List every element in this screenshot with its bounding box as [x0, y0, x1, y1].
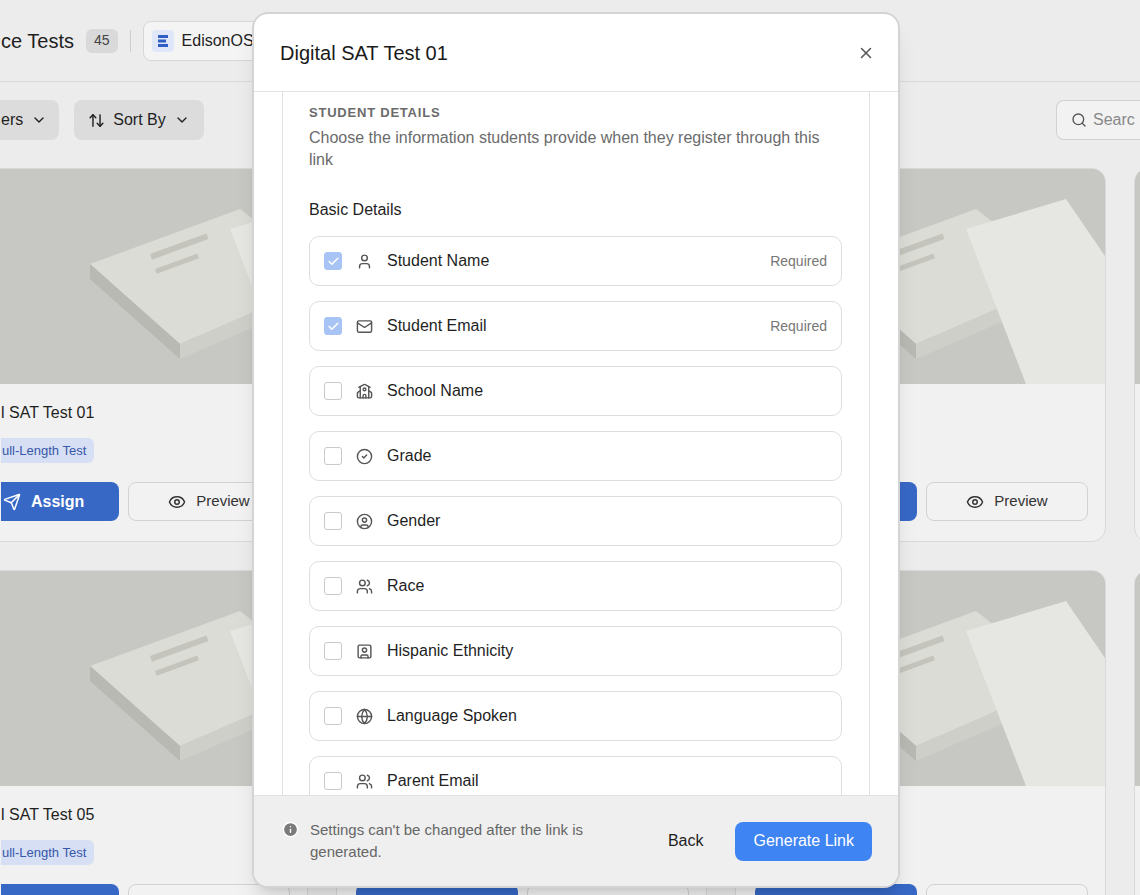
- field-label: Parent Email: [387, 769, 479, 793]
- card-image: [1135, 169, 1140, 384]
- required-badge: Required: [770, 251, 827, 272]
- filter-button[interactable]: ers: [0, 100, 59, 140]
- field-icon: [356, 318, 373, 335]
- page-title: ce Tests: [1, 26, 74, 56]
- sort-button[interactable]: Sort By: [74, 100, 203, 140]
- eye-icon: [168, 493, 186, 511]
- app: ce Tests 45 EdisonOS ers Sort By Searc l SAT T…: [0, 0, 1140, 895]
- book-icon: [1135, 169, 1140, 384]
- card-title: l SAT Test 05: [1, 805, 288, 825]
- field-icon: [356, 448, 373, 465]
- group-heading: Basic Details: [309, 199, 842, 221]
- field-label: Student Name: [387, 249, 489, 273]
- settings-panel: STUDENT DETAILS Choose the information st…: [282, 92, 870, 795]
- count-badge: 45: [86, 29, 118, 53]
- book-icon: [1135, 571, 1140, 786]
- field-icon: [356, 578, 373, 595]
- sort-icon: [88, 112, 105, 129]
- search-field[interactable]: Searc: [1056, 100, 1140, 140]
- section-heading: STUDENT DETAILS: [309, 104, 842, 122]
- field-icon: [356, 253, 373, 270]
- field-option[interactable]: Gender: [309, 496, 842, 546]
- assign-button[interactable]: Assign: [1, 482, 119, 521]
- dialog-title: Digital SAT Test 01: [280, 38, 448, 68]
- field-option[interactable]: Language Spoken: [309, 691, 842, 741]
- field-option[interactable]: Hispanic Ethnicity: [309, 626, 842, 676]
- test-type-tag: ull-Length Test: [1, 840, 94, 865]
- test-card[interactable]: [1134, 168, 1140, 542]
- field-icon: [356, 643, 373, 660]
- card-image: [1135, 571, 1140, 786]
- checkbox[interactable]: [324, 642, 342, 660]
- checkbox[interactable]: [324, 382, 342, 400]
- section-description: Choose the information students provide …: [309, 127, 842, 171]
- field-label: Gender: [387, 509, 440, 533]
- chevron-down-icon: [31, 112, 47, 128]
- check-icon: [327, 255, 340, 268]
- generate-link-button[interactable]: Generate Link: [735, 822, 872, 861]
- field-label: Grade: [387, 444, 431, 468]
- checkbox[interactable]: [324, 512, 342, 530]
- field-label: Language Spoken: [387, 704, 517, 728]
- back-button[interactable]: Back: [656, 822, 716, 861]
- field-label: Race: [387, 574, 424, 598]
- field-icon: [356, 773, 373, 790]
- field-option[interactable]: School Name: [309, 366, 842, 416]
- close-icon: [857, 44, 875, 62]
- field-label: School Name: [387, 379, 483, 403]
- test-type-tag: ull-Length Test: [1, 438, 94, 463]
- check-icon: [327, 320, 340, 333]
- checkbox: [324, 317, 342, 335]
- preview-button[interactable]: Preview: [926, 482, 1088, 521]
- chevron-down-icon: [174, 112, 190, 128]
- search-icon: [1071, 112, 1087, 128]
- checkbox[interactable]: [324, 447, 342, 465]
- test-card[interactable]: [1134, 570, 1140, 895]
- field-label: Student Email: [387, 314, 487, 338]
- field-option[interactable]: Grade: [309, 431, 842, 481]
- search-placeholder: Searc: [1093, 108, 1135, 132]
- required-badge: Required: [770, 316, 827, 337]
- card-title: l SAT Test 01: [1, 403, 288, 423]
- dialog: Digital SAT Test 01 STUDENT DETAILS Choose…: [252, 12, 900, 888]
- field-icon: [356, 708, 373, 725]
- info-icon: [282, 821, 299, 838]
- assign-button[interactable]: [1, 884, 119, 895]
- org-logo-icon: [152, 30, 174, 52]
- divider: [130, 30, 131, 52]
- dialog-header: Digital SAT Test 01: [254, 14, 898, 92]
- eye-icon: [966, 493, 984, 511]
- field-list: Student Name Required Student Email Require…: [309, 236, 842, 795]
- dialog-footer: Settings can't be changed after the link…: [254, 795, 898, 886]
- field-icon: [356, 513, 373, 530]
- field-label: Hispanic Ethnicity: [387, 639, 513, 663]
- field-option[interactable]: Student Name Required: [309, 236, 842, 286]
- field-option[interactable]: Student Email Required: [309, 301, 842, 351]
- preview-button[interactable]: [926, 884, 1088, 895]
- field-option[interactable]: Race: [309, 561, 842, 611]
- send-icon: [3, 493, 21, 511]
- checkbox[interactable]: [324, 707, 342, 725]
- checkbox: [324, 252, 342, 270]
- footer-note: Settings can't be changed after the link…: [310, 819, 610, 863]
- field-icon: [356, 383, 373, 400]
- dialog-body: STUDENT DETAILS Choose the information st…: [254, 92, 898, 795]
- checkbox[interactable]: [324, 772, 342, 790]
- org-name: EdisonOS: [182, 29, 254, 53]
- checkbox[interactable]: [324, 577, 342, 595]
- close-button[interactable]: [852, 39, 880, 67]
- field-option[interactable]: Parent Email: [309, 756, 842, 795]
